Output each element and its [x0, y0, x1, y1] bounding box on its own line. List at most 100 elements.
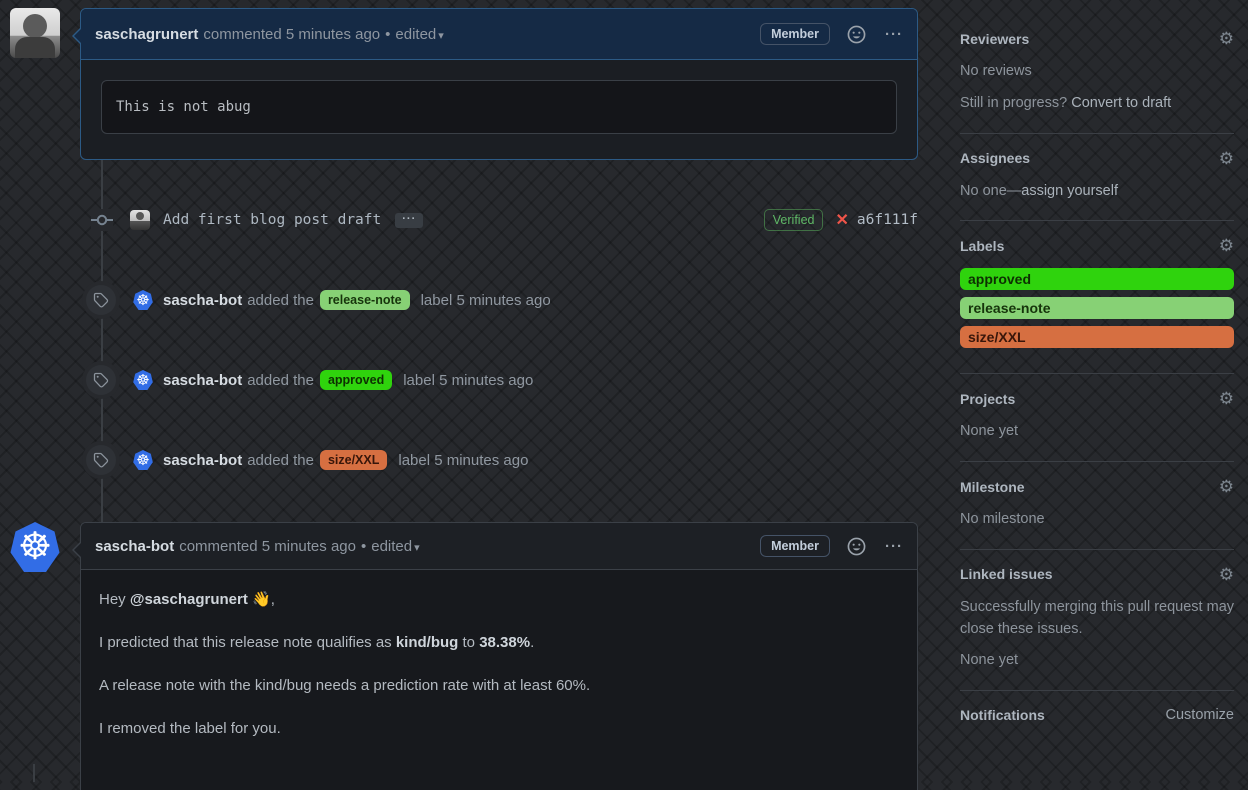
sidebar-label[interactable]: approved: [960, 268, 1234, 291]
comment-header: saschagrunert commented 5 minutes ago • …: [81, 9, 917, 60]
verified-badge[interactable]: Verified: [763, 209, 824, 231]
sidebar-section-labels: Labels ⚙ approved release-note size/XXL: [960, 221, 1234, 375]
milestone-empty-text: No milestone: [960, 511, 1045, 527]
comment-body: Hey @saschagrunert 👋, I predicted that t…: [81, 570, 917, 783]
bot-avatar[interactable]: ☸: [133, 450, 153, 470]
chevron-down-icon: ▾: [438, 29, 444, 42]
commit-row: Add first blog post draft ··· Verified ✕…: [80, 204, 918, 236]
event-text: label 5 minutes ago: [403, 371, 534, 389]
label-event-row: ☸ sascha-bot added the approved label 5 …: [80, 364, 918, 396]
tag-icon: [86, 445, 116, 475]
sidebar-section-linked-issues: Linked issues ⚙ Successfully merging thi…: [960, 550, 1234, 691]
label-pill[interactable]: size/XXL: [319, 450, 388, 470]
sidebar-section-milestone: Milestone ⚙ No milestone: [960, 462, 1234, 550]
comment: saschagrunert commented 5 minutes ago • …: [72, 8, 918, 160]
chevron-down-icon: ▾: [414, 541, 420, 554]
avatar-body-shape: [15, 37, 55, 58]
event-text: label 5 minutes ago: [398, 451, 529, 469]
linked-issues-description: Successfully merging this pull request m…: [960, 598, 1235, 637]
section-title: Reviewers: [960, 30, 1030, 47]
kubernetes-wheel-icon: ☸: [136, 451, 150, 469]
event-text: added the: [247, 291, 314, 309]
member-badge: Member: [760, 535, 830, 557]
code-block: This is not abug: [101, 80, 897, 134]
edited-dropdown[interactable]: edited ▾: [371, 538, 419, 555]
avatar[interactable]: [10, 8, 60, 58]
mention-link[interactable]: @saschagrunert: [130, 591, 248, 608]
event-text: label 5 minutes ago: [420, 291, 551, 309]
comment-paragraph: I predicted that this release note quali…: [99, 634, 535, 651]
sidebar-label[interactable]: size/XXL: [960, 326, 1234, 349]
sidebar-section-reviewers: Reviewers ⚙ No reviews Still in progress…: [960, 14, 1234, 134]
event-text: added the: [247, 371, 314, 389]
meta-dot: •: [360, 537, 367, 555]
label-event-row: ☸ sascha-bot added the release-note labe…: [80, 284, 918, 316]
sidebar-section-projects: Projects ⚙ None yet: [960, 374, 1234, 462]
comment: sascha-bot commented 5 minutes ago • edi…: [72, 522, 918, 790]
linked-issues-empty-text: None yet: [960, 652, 1019, 669]
comment-paragraph: A release note with the kind/bug needs a…: [99, 677, 591, 694]
commit-icon: [91, 209, 113, 231]
kubernetes-wheel-icon: ☸: [136, 291, 150, 309]
kebab-menu-icon[interactable]: ···: [885, 538, 903, 555]
commit-message-link[interactable]: Add first blog post draft: [163, 212, 381, 228]
gear-icon[interactable]: ⚙: [1219, 566, 1234, 583]
bot-avatar[interactable]: ☸: [133, 290, 153, 310]
add-reaction-icon[interactable]: [847, 537, 866, 556]
meta-dot: •: [385, 25, 391, 43]
sidebar-label[interactable]: release-note: [960, 297, 1234, 320]
gear-icon[interactable]: ⚙: [1219, 237, 1234, 254]
gear-icon[interactable]: ⚙: [1219, 390, 1234, 407]
section-title: Projects: [960, 390, 1016, 407]
member-badge: Member: [760, 23, 830, 45]
event-actor-link[interactable]: sascha-bot: [163, 292, 242, 309]
bot-avatar[interactable]: ☸: [133, 370, 153, 390]
event-actor-link[interactable]: sascha-bot: [163, 372, 242, 389]
comment-meta: commented 5 minutes ago: [203, 25, 381, 43]
kubernetes-wheel-icon: ☸: [17, 526, 53, 568]
edited-dropdown[interactable]: edited ▾: [395, 26, 443, 43]
comment-arrow: [74, 543, 81, 557]
bot-avatar-large[interactable]: ☸: [10, 522, 60, 572]
comment-paragraph: I removed the label for you.: [99, 720, 281, 737]
projects-empty-text: None yet: [960, 423, 1019, 440]
commit-expander-button[interactable]: ···: [395, 212, 424, 228]
timeline-line-stub: [33, 764, 35, 782]
comment-author-link[interactable]: sascha-bot: [95, 538, 174, 555]
convert-to-draft-link[interactable]: Convert to draft: [1071, 95, 1171, 111]
section-title: Notifications: [960, 707, 1045, 723]
tag-icon: [86, 365, 116, 395]
kubernetes-wheel-icon: ☸: [136, 371, 150, 389]
add-reaction-icon[interactable]: [847, 25, 866, 44]
section-title: Linked issues: [960, 566, 1053, 583]
check-failed-icon[interactable]: ✕: [835, 210, 848, 230]
sidebar: Reviewers ⚙ No reviews Still in progress…: [960, 14, 1234, 741]
pull-request-page: saschagrunert commented 5 minutes ago • …: [0, 0, 1248, 790]
label-pill[interactable]: release-note: [319, 290, 410, 310]
comment-body: This is not abug: [81, 60, 917, 154]
comment-paragraph: Hey @saschagrunert 👋,: [99, 591, 275, 608]
event-actor-link[interactable]: sascha-bot: [163, 452, 242, 469]
gear-icon[interactable]: ⚙: [1219, 30, 1234, 47]
avatar-head-shape: [23, 14, 47, 38]
sidebar-section-assignees: Assignees ⚙ No one—assign yourself: [960, 134, 1234, 222]
gear-icon[interactable]: ⚙: [1219, 478, 1234, 495]
label-pill[interactable]: approved: [319, 370, 393, 390]
reviewers-empty-text: No reviews: [960, 63, 1032, 79]
convert-to-draft-row: Still in progress? Convert to draft: [960, 94, 1172, 111]
commit-author-avatar[interactable]: [130, 210, 150, 230]
tag-icon: [86, 285, 116, 315]
comment-author-link[interactable]: saschagrunert: [95, 26, 198, 43]
kebab-menu-icon[interactable]: ···: [885, 26, 903, 43]
label-event-row: ☸ sascha-bot added the size/XXL label 5 …: [80, 444, 918, 476]
section-title: Labels: [960, 237, 1005, 254]
sidebar-section-notifications: Notifications Customize: [960, 691, 1234, 741]
gear-icon[interactable]: ⚙: [1219, 150, 1234, 167]
customize-link[interactable]: Customize: [1166, 707, 1235, 723]
comment-header: sascha-bot commented 5 minutes ago • edi…: [81, 523, 917, 570]
commit-hash-link[interactable]: a6f111f: [857, 212, 918, 228]
comment-arrow: [74, 29, 81, 43]
assignees-empty-text: No one—assign yourself: [960, 182, 1118, 199]
assign-yourself-link[interactable]: assign yourself: [1021, 183, 1118, 199]
event-text: added the: [247, 451, 314, 469]
